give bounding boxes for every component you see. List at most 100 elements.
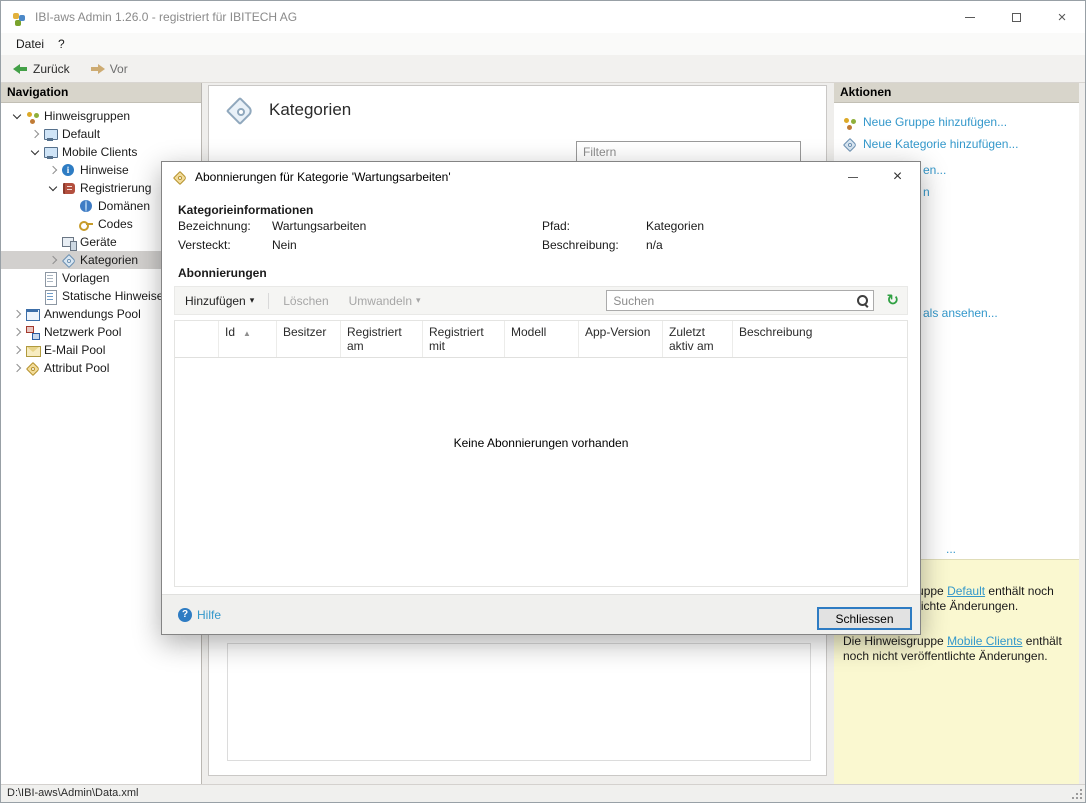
tree-item-default[interactable]: Default xyxy=(1,125,201,143)
back-label: Zurück xyxy=(33,62,70,76)
action-add-group[interactable]: Neue Gruppe hinzufügen... xyxy=(834,111,1079,133)
tree-item-label: Mobile Clients xyxy=(62,145,137,159)
delete-label: Löschen xyxy=(283,294,328,308)
search-box xyxy=(606,290,874,311)
maximize-button[interactable] xyxy=(993,1,1039,33)
convert-button[interactable]: Umwandeln ▾ xyxy=(343,291,427,311)
static-notes-icon xyxy=(43,289,58,304)
page-title: Kategorien xyxy=(269,100,351,120)
resize-grip[interactable] xyxy=(1070,787,1082,799)
chevron-spacer xyxy=(27,270,43,286)
column-label: Besitzer xyxy=(283,325,326,339)
chevron-down-icon[interactable] xyxy=(45,180,61,196)
column-registriert-am[interactable]: Registriert am xyxy=(341,321,423,357)
close-icon: × xyxy=(893,169,902,185)
chevron-right-icon[interactable] xyxy=(9,342,25,358)
chevron-right-icon[interactable] xyxy=(27,126,43,142)
delete-button[interactable]: Löschen xyxy=(277,291,334,311)
dialog-controls: × xyxy=(830,162,920,192)
section-header-abonnierungen: Abonnierungen xyxy=(178,266,267,280)
menubar: Datei ? xyxy=(1,33,1085,55)
tree-item-label: Codes xyxy=(98,217,133,231)
minimize-button[interactable] xyxy=(947,1,993,33)
chevron-right-icon[interactable] xyxy=(9,360,25,376)
statusbar: D:\IBI-aws\Admin\Data.xml xyxy=(1,784,1085,802)
chevron-right-icon[interactable] xyxy=(45,252,61,268)
column-beschreibung[interactable]: Beschreibung xyxy=(733,321,907,357)
help-link[interactable]: ? Hilfe xyxy=(178,608,221,622)
dialog-minimize-button[interactable] xyxy=(830,162,875,192)
action-link-fragment[interactable]: en... xyxy=(923,163,946,177)
tree-item-mobile-clients[interactable]: Mobile Clients xyxy=(1,143,201,161)
add-button[interactable]: Hinzufügen ▾ xyxy=(179,291,260,311)
subscriptions-table: Id ▲ Besitzer Registriert am Registriert… xyxy=(174,320,908,587)
computer-icon xyxy=(43,145,58,160)
group-icon xyxy=(25,109,40,124)
dialog-footer: ? Hilfe Schliessen xyxy=(162,594,920,634)
menu-help[interactable]: ? xyxy=(51,35,72,53)
network-pool-icon xyxy=(25,325,40,340)
action-link-fragment[interactable]: als ansehen... xyxy=(923,306,998,320)
mail-pool-icon xyxy=(25,343,40,358)
titlebar[interactable]: IBI-aws Admin 1.26.0 - registriert für I… xyxy=(1,1,1085,33)
schliessen-button[interactable]: Schliessen xyxy=(817,607,912,630)
column-label: Zuletzt aktiv am xyxy=(669,325,726,353)
tree-item-label: Attribut Pool xyxy=(44,361,109,375)
chevron-right-icon[interactable] xyxy=(9,306,25,322)
chevron-down-icon[interactable] xyxy=(9,108,25,124)
tree-item-label: Netzwerk Pool xyxy=(44,325,121,339)
key-icon xyxy=(79,217,94,232)
column-id[interactable]: Id ▲ xyxy=(219,321,277,357)
chevron-right-icon[interactable] xyxy=(45,162,61,178)
maximize-icon xyxy=(1012,13,1021,22)
dialog-close-button[interactable]: × xyxy=(875,162,920,192)
chevron-right-icon[interactable] xyxy=(9,324,25,340)
back-arrow-icon xyxy=(13,62,28,76)
help-label: Hilfe xyxy=(197,608,221,622)
column-app-version[interactable]: App-Version xyxy=(579,321,663,357)
dialog-toolbar: Hinzufügen ▾ Löschen Umwandeln ▾ ↻ xyxy=(174,286,908,315)
column-modell[interactable]: Modell xyxy=(505,321,579,357)
app-icon xyxy=(10,10,25,25)
add-label: Hinzufügen xyxy=(185,294,246,308)
minimize-icon xyxy=(848,177,858,178)
refresh-icon[interactable]: ↻ xyxy=(886,293,899,308)
action-add-category[interactable]: Neue Kategorie hinzufügen... xyxy=(834,133,1079,155)
forward-button[interactable]: Vor xyxy=(84,59,134,79)
notification-link-default[interactable]: Default xyxy=(947,584,985,598)
menu-datei[interactable]: Datei xyxy=(9,35,51,53)
back-button[interactable]: Zurück xyxy=(7,59,76,79)
device-icon xyxy=(61,235,76,250)
action-link-fragment[interactable]: n xyxy=(923,185,930,199)
tree-item-label: E-Mail Pool xyxy=(44,343,105,357)
search-input[interactable] xyxy=(606,290,874,311)
forward-label: Vor xyxy=(110,62,128,76)
action-link-fragment[interactable]: ... xyxy=(946,542,956,556)
template-icon xyxy=(43,271,58,286)
notification-text: Die Hinweisgruppe xyxy=(843,634,947,648)
tree-item-label: Hinweise xyxy=(80,163,129,177)
dialog-titlebar[interactable]: Abonnierungen für Kategorie 'Wartungsarb… xyxy=(162,162,920,192)
field-value-beschreibung: n/a xyxy=(646,238,663,252)
tree-item-label: Vorlagen xyxy=(62,271,109,285)
search-icon[interactable] xyxy=(855,293,870,308)
window-title: IBI-aws Admin 1.26.0 - registriert für I… xyxy=(35,10,297,24)
column-zuletzt-aktiv-am[interactable]: Zuletzt aktiv am xyxy=(663,321,733,357)
tree-item-label: Domänen xyxy=(98,199,150,213)
notification-link-mobile-clients[interactable]: Mobile Clients xyxy=(947,634,1022,648)
add-category-icon xyxy=(842,137,857,152)
chevron-down-icon[interactable] xyxy=(27,144,43,160)
filter-input[interactable] xyxy=(576,141,801,162)
field-label-versteckt: Versteckt: xyxy=(178,238,231,252)
tree-item-label: Hinweisgruppen xyxy=(44,109,130,123)
action-label: Neue Gruppe hinzufügen... xyxy=(863,115,1007,129)
filter-box xyxy=(576,141,801,162)
field-value-versteckt: Nein xyxy=(272,238,297,252)
column-label: App-Version xyxy=(585,325,650,339)
column-registriert-mit[interactable]: Registriert mit xyxy=(423,321,505,357)
column-label: Beschreibung xyxy=(739,325,812,339)
column-besitzer[interactable]: Besitzer xyxy=(277,321,341,357)
close-button[interactable]: × xyxy=(1039,1,1085,33)
tree-item-hinweisgruppen[interactable]: Hinweisgruppen xyxy=(1,107,201,125)
dialog-title: Abonnierungen für Kategorie 'Wartungsarb… xyxy=(195,170,451,184)
